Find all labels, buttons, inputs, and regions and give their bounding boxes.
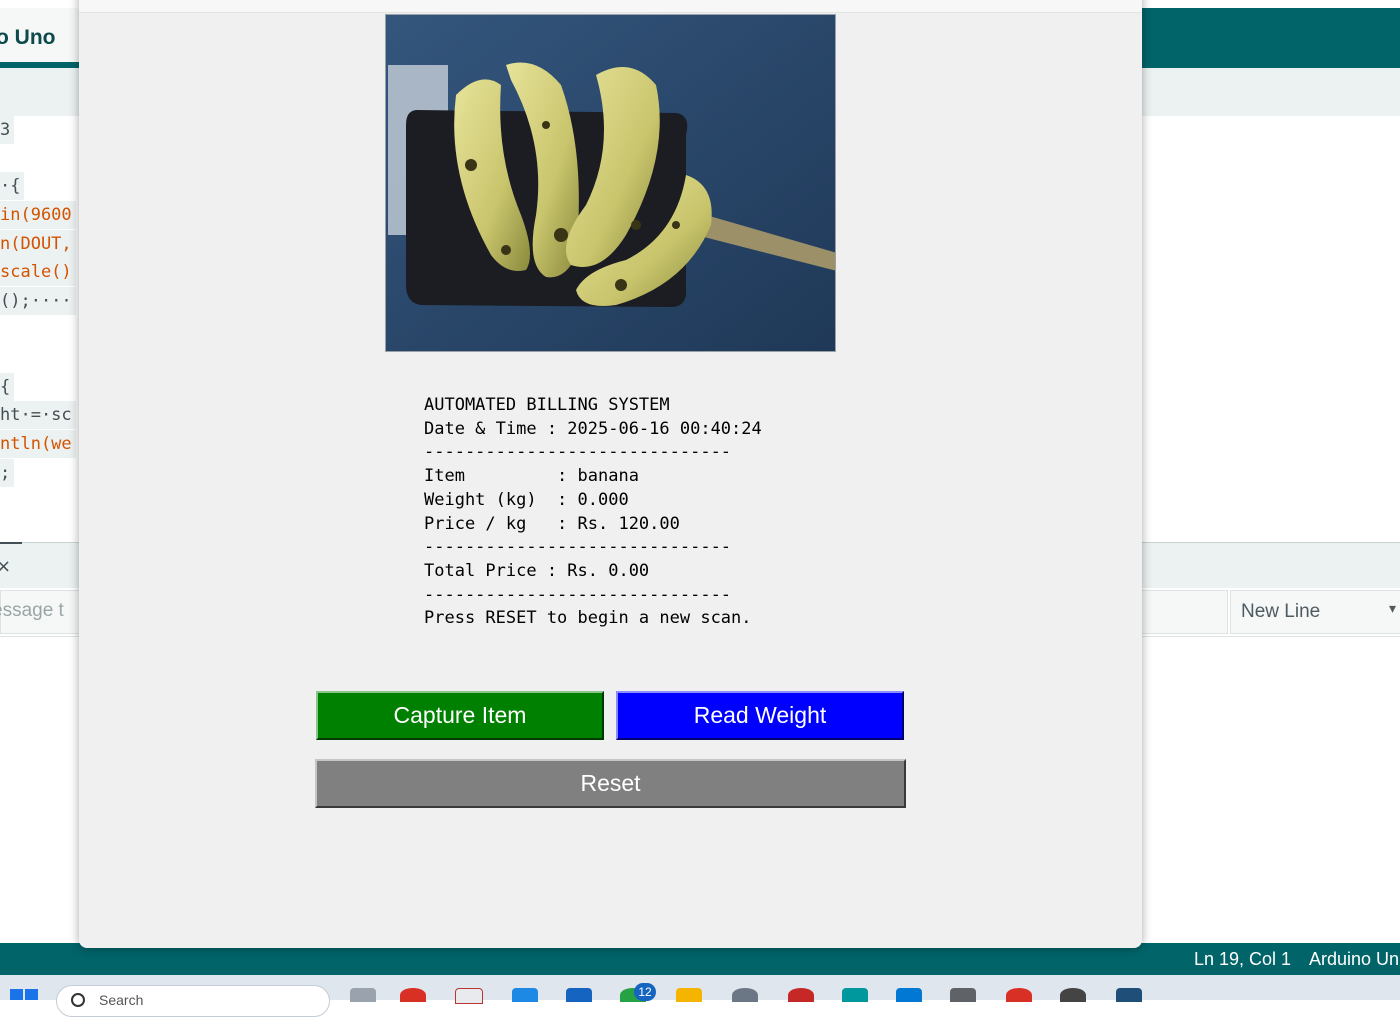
capture-item-button[interactable]: Capture Item bbox=[316, 691, 604, 740]
sketch-tab[interactable]: o Uno bbox=[0, 8, 79, 68]
code-line: n(DOUT, bbox=[0, 230, 76, 258]
line-ending-value: New Line bbox=[1241, 601, 1321, 622]
read-weight-button[interactable]: Read Weight bbox=[616, 691, 904, 740]
close-icon[interactable]: × bbox=[0, 556, 11, 577]
code-line: in(9600 bbox=[0, 201, 76, 229]
search-icon bbox=[71, 993, 85, 1007]
code-line: ·{ bbox=[0, 172, 25, 200]
code-line: { bbox=[0, 373, 15, 401]
receipt-item: Item : banana bbox=[424, 466, 639, 487]
cursor-position: Ln 19, Col 1 bbox=[1194, 949, 1292, 969]
receipt-separator: ------------------------------ bbox=[424, 537, 732, 558]
code-line: ht·=·sc bbox=[0, 401, 76, 429]
line-ending-select[interactable]: New Line ▾ bbox=[1230, 590, 1400, 634]
code-line: ();···· bbox=[0, 287, 76, 315]
serial-message-placeholder: essage t bbox=[0, 600, 64, 621]
code-line: ; bbox=[0, 459, 15, 487]
windows-start-icon[interactable] bbox=[10, 989, 38, 1000]
receipt-title: AUTOMATED BILLING SYSTEM bbox=[424, 395, 670, 415]
board-name[interactable]: Arduino Un bbox=[1309, 949, 1399, 970]
billing-window: AUTOMATED BILLING SYSTEM Date & Time : 2… bbox=[79, 0, 1142, 948]
board-selector-label: o Uno bbox=[0, 26, 56, 49]
notification-badge: 12 bbox=[634, 983, 656, 1001]
notes-icon[interactable] bbox=[455, 988, 483, 1004]
taskbar-search-text: Search bbox=[99, 992, 144, 1008]
banana-photo-icon bbox=[386, 15, 835, 351]
chevron-down-icon: ▾ bbox=[1389, 601, 1397, 617]
captured-item-image bbox=[385, 14, 836, 352]
receipt-separator: ------------------------------ bbox=[424, 584, 732, 605]
receipt-weight: Weight (kg) : 0.000 bbox=[424, 489, 629, 510]
code-line: scale() bbox=[0, 258, 76, 286]
serial-tab-indicator bbox=[0, 542, 22, 544]
receipt-footer: Press RESET to begin a new scan. bbox=[424, 608, 752, 629]
receipt-price: Price / kg : Rs. 120.00 bbox=[424, 513, 680, 534]
taskbar: Search bbox=[0, 975, 1400, 1017]
receipt-total: Total Price : Rs. 0.00 bbox=[424, 560, 650, 581]
receipt-datetime: Date & Time : 2025-06-16 00:40:24 bbox=[424, 418, 762, 439]
code-line: 3 bbox=[0, 116, 15, 144]
receipt-text: AUTOMATED BILLING SYSTEM Date & Time : 2… bbox=[424, 394, 762, 631]
taskbar-search[interactable]: Search bbox=[56, 985, 330, 1017]
receipt-separator: ------------------------------ bbox=[424, 442, 732, 463]
window-title-bar[interactable] bbox=[79, 0, 1142, 13]
reset-button[interactable]: Reset bbox=[315, 759, 906, 808]
code-line: ntln(we bbox=[0, 430, 76, 458]
